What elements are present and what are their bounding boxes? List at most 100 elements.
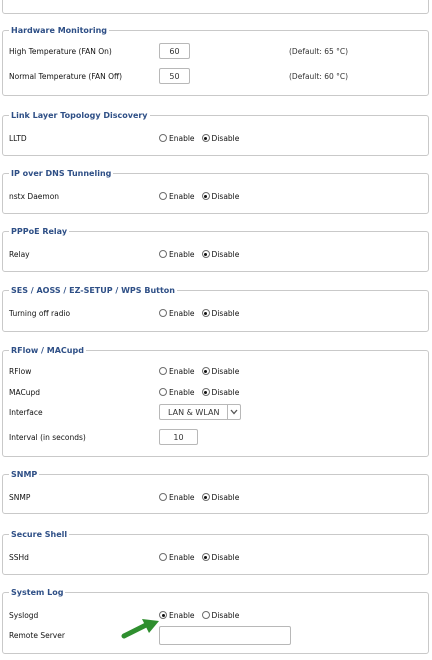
high-temp-label: High Temperature (FAN On)	[9, 46, 112, 56]
ses-title: SES / AOSS / EZ-SETUP / WPS Button	[9, 285, 177, 297]
high-temp-hint: (Default: 65 °C)	[289, 46, 349, 56]
relay-enable-option[interactable]: Enable	[159, 250, 195, 259]
interface-row: Interface LAN & WLAN	[9, 404, 422, 420]
macupd-disable-option[interactable]: Disable	[201, 387, 240, 397]
high-temp-row: High Temperature (FAN On) 60 (Default: 6…	[9, 43, 422, 59]
relay-disable-radio[interactable]	[201, 250, 210, 258]
nstx-disable-option[interactable]: Disable	[201, 191, 240, 201]
rflow-enable-label: Enable	[169, 366, 195, 376]
ses-disable-option[interactable]: Disable	[201, 308, 240, 318]
lltd-enable-label: Enable	[169, 133, 195, 143]
rflow-disable-label: Disable	[211, 366, 240, 376]
rflow-title: RFlow / MACupd	[9, 345, 86, 357]
rflow-section: RFlow / MACupd RFlow Enable Disable MACu…	[2, 345, 429, 457]
lltd-disable-option[interactable]: Disable	[201, 133, 240, 143]
relay-enable-radio[interactable]	[159, 250, 167, 258]
normal-temp-input[interactable]: 50	[159, 68, 190, 84]
lltd-enable-option[interactable]: Enable	[159, 134, 195, 143]
syslogd-disable-label: Disable	[211, 610, 240, 620]
secure-shell-section: Secure Shell SSHd Enable Disable	[2, 529, 429, 575]
rflow-enable-option[interactable]: Enable	[159, 367, 195, 376]
relay-disable-option[interactable]: Disable	[201, 249, 240, 259]
snmp-enable-option[interactable]: Enable	[159, 493, 195, 502]
sshd-disable-label: Disable	[211, 552, 240, 562]
sshd-enable-option[interactable]: Enable	[159, 553, 195, 562]
snmp-enable-radio[interactable]	[159, 493, 167, 501]
rflow-disable-radio[interactable]	[201, 367, 210, 375]
lltd-disable-label: Disable	[211, 133, 240, 143]
top-section-partial	[2, 0, 429, 14]
system-log-section: System Log Syslogd Enable Disable Remote…	[2, 587, 429, 654]
snmp-disable-label: Disable	[211, 492, 240, 502]
nstx-label: nstx Daemon	[9, 191, 60, 201]
rflow-label: RFlow	[9, 366, 32, 376]
macupd-row: MACupd Enable Disable	[9, 384, 422, 400]
nstx-enable-option[interactable]: Enable	[159, 192, 195, 201]
sshd-row: SSHd Enable Disable	[9, 549, 422, 565]
relay-disable-label: Disable	[211, 249, 240, 259]
chevron-down-icon[interactable]	[227, 405, 240, 419]
macupd-disable-label: Disable	[211, 387, 240, 397]
ip-over-dns-title: IP over DNS Tunneling	[9, 168, 114, 180]
relay-enable-label: Enable	[169, 249, 195, 259]
interval-row: Interval (in seconds) 10	[9, 429, 422, 445]
syslogd-enable-option[interactable]: Enable	[159, 611, 195, 620]
snmp-section: SNMP SNMP Enable Disable	[2, 469, 429, 514]
snmp-row: SNMP Enable Disable	[9, 489, 422, 505]
remote-server-row: Remote Server	[9, 625, 422, 645]
secure-shell-title: Secure Shell	[9, 529, 70, 541]
nstx-disable-label: Disable	[211, 191, 240, 201]
hardware-monitoring-title: Hardware Monitoring	[9, 25, 110, 37]
snmp-disable-option[interactable]: Disable	[201, 492, 240, 502]
interface-select[interactable]: LAN & WLAN	[159, 404, 242, 420]
rflow-disable-option[interactable]: Disable	[201, 366, 240, 376]
system-log-title: System Log	[9, 587, 66, 599]
ip-over-dns-section: IP over DNS Tunneling nstx Daemon Enable…	[2, 168, 429, 214]
ses-enable-label: Enable	[169, 308, 195, 318]
syslogd-enable-label: Enable	[169, 610, 195, 620]
snmp-disable-radio[interactable]	[201, 493, 210, 501]
syslogd-row: Syslogd Enable Disable	[9, 607, 422, 623]
interface-select-value: LAN & WLAN	[168, 407, 220, 417]
remote-server-input[interactable]	[159, 625, 291, 645]
macupd-enable-option[interactable]: Enable	[159, 388, 195, 397]
macupd-disable-radio[interactable]	[201, 388, 210, 396]
ses-enable-radio[interactable]	[159, 309, 167, 317]
sshd-disable-option[interactable]: Disable	[201, 552, 240, 562]
lltd-section: Link Layer Topology Discovery LLTD Enabl…	[2, 110, 429, 156]
lltd-row: LLTD Enable Disable	[9, 130, 422, 146]
syslogd-disable-radio[interactable]	[201, 611, 210, 619]
rflow-enable-radio[interactable]	[159, 367, 167, 375]
interface-label: Interface	[9, 407, 43, 417]
sshd-disable-radio[interactable]	[201, 553, 210, 561]
macupd-enable-label: Enable	[169, 387, 195, 397]
snmp-label: SNMP	[9, 492, 31, 502]
syslogd-disable-option[interactable]: Disable	[201, 610, 240, 620]
nstx-enable-radio[interactable]	[159, 192, 167, 200]
rflow-row: RFlow Enable Disable	[9, 363, 422, 379]
lltd-title: Link Layer Topology Discovery	[9, 110, 150, 122]
snmp-title: SNMP	[9, 469, 40, 481]
pppoe-relay-section: PPPoE Relay Relay Enable Disable	[2, 226, 429, 272]
sshd-label: SSHd	[9, 552, 29, 562]
lltd-disable-radio[interactable]	[201, 134, 210, 142]
interval-input[interactable]: 10	[159, 429, 198, 445]
high-temp-input[interactable]: 60	[159, 43, 190, 59]
pppoe-relay-title: PPPoE Relay	[9, 226, 70, 238]
ses-disable-radio[interactable]	[201, 309, 210, 317]
nstx-row: nstx Daemon Enable Disable	[9, 188, 422, 204]
lltd-enable-radio[interactable]	[159, 134, 167, 142]
relay-label: Relay	[9, 249, 30, 259]
ses-disable-label: Disable	[211, 308, 240, 318]
normal-temp-row: Normal Temperature (FAN Off) 50 (Default…	[9, 68, 422, 84]
macupd-label: MACupd	[9, 387, 40, 397]
snmp-enable-label: Enable	[169, 492, 195, 502]
sshd-enable-radio[interactable]	[159, 553, 167, 561]
ses-enable-option[interactable]: Enable	[159, 309, 195, 318]
hardware-monitoring-section: Hardware Monitoring High Temperature (FA…	[2, 25, 429, 96]
macupd-enable-radio[interactable]	[159, 388, 167, 396]
ses-section: SES / AOSS / EZ-SETUP / WPS Button Turni…	[2, 285, 429, 332]
interval-label: Interval (in seconds)	[9, 432, 86, 442]
turning-off-radio-label: Turning off radio	[9, 308, 71, 318]
nstx-disable-radio[interactable]	[201, 192, 210, 200]
